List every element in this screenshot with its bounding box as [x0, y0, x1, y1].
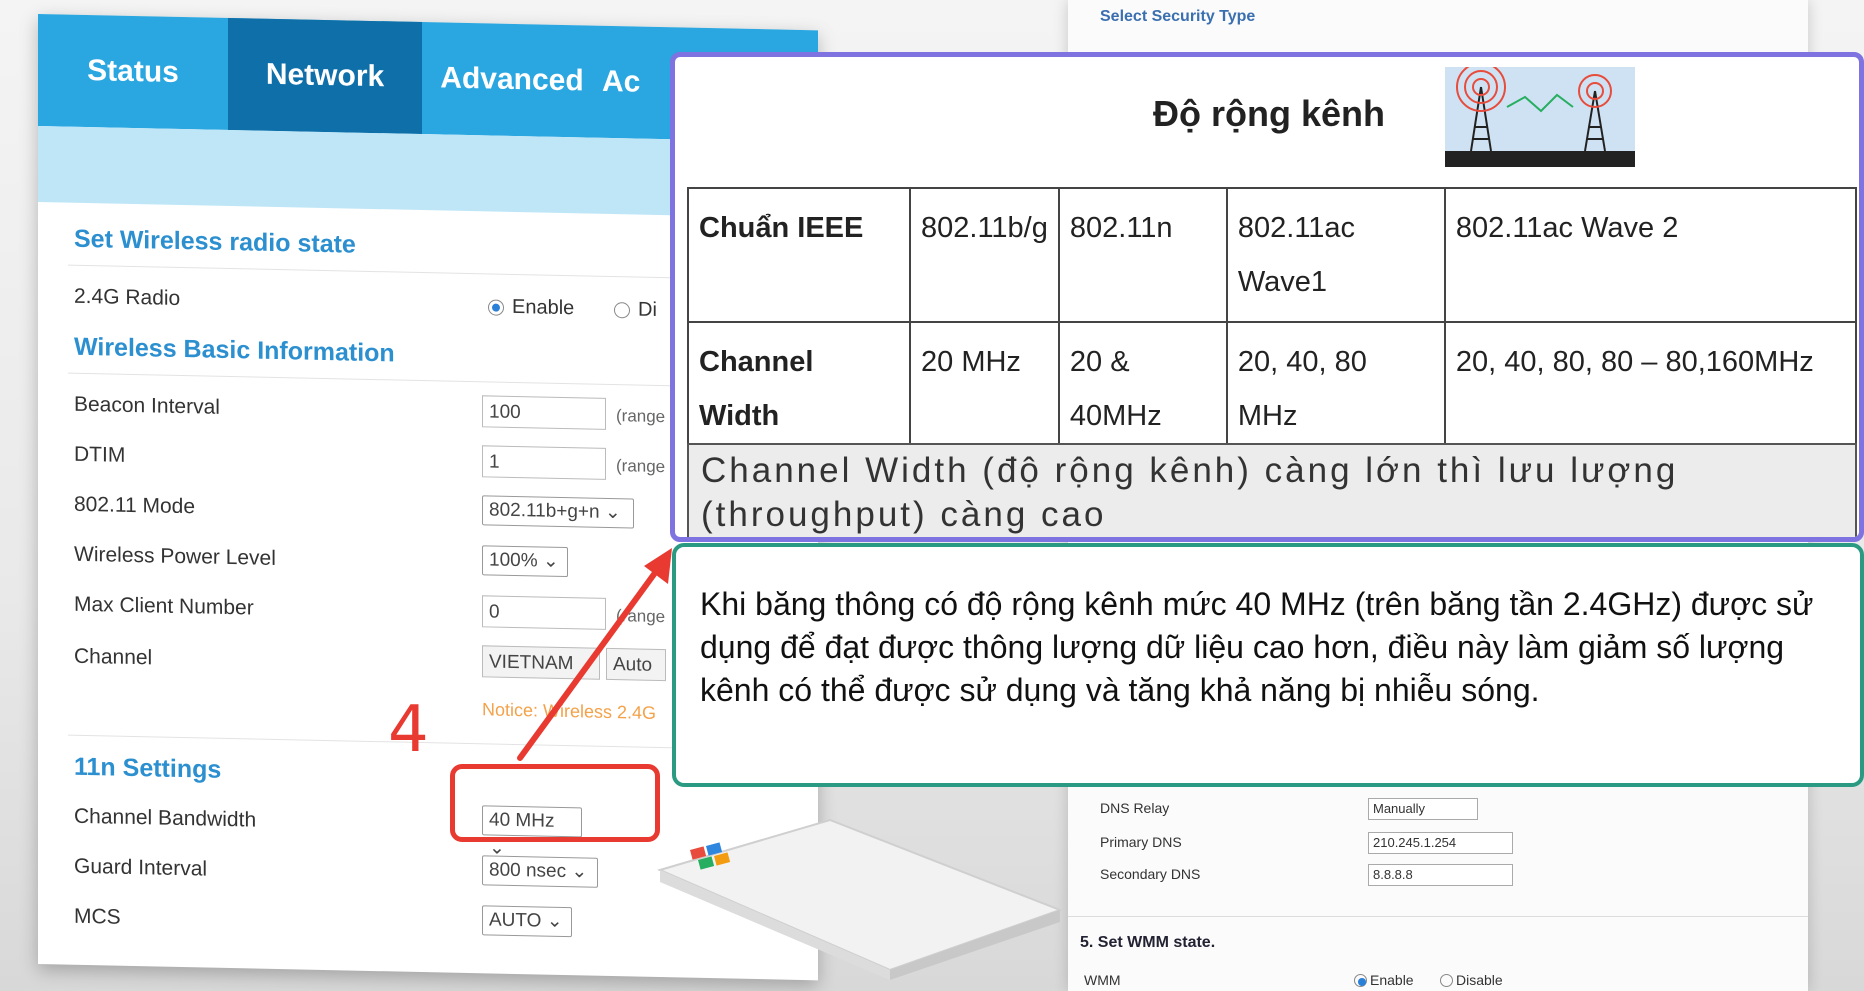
- max-client-hint: (range: [616, 606, 666, 627]
- secondary-dns-input[interactable]: 8.8.8.8: [1368, 864, 1513, 886]
- tab-network[interactable]: Network: [228, 17, 422, 135]
- channel-width-table: Chuẩn IEEE 802.11b/g 802.11n 802.11ac Wa…: [687, 187, 1858, 457]
- info-card: Khi băng thông có độ rộng kênh mức 40 MH…: [672, 543, 1864, 787]
- dtim-hint: (range: [616, 456, 666, 477]
- security-type-title: Select Security Type: [1100, 8, 1256, 25]
- radio-disable-label: Di: [638, 298, 657, 321]
- power-value: 100%: [489, 549, 538, 572]
- beacon-input[interactable]: 100: [482, 395, 606, 430]
- section-11n-settings: 11n Settings: [74, 752, 222, 784]
- highlight-box: [450, 764, 660, 842]
- power-select[interactable]: 100% ⌄: [482, 545, 568, 578]
- router-device-image: [657, 818, 1063, 980]
- radio-enable-label: Enable: [512, 295, 575, 320]
- table-cell: 802.11ac Wave 2: [1443, 187, 1858, 323]
- table-cell: 802.11ac Wave1: [1225, 187, 1446, 323]
- table-cell: 802.11b/g: [909, 187, 1060, 323]
- wireless-notice: Notice: Wireless 2.4G: [482, 699, 657, 723]
- table-row: Chuẩn IEEE 802.11b/g 802.11n 802.11ac Wa…: [687, 187, 1858, 323]
- channel-width-card: Độ rộng kênh Chuẩn IEEE 802.11b/g 802.11…: [670, 52, 1864, 542]
- section-basic-info: Wireless Basic Information: [74, 332, 395, 368]
- chevron-down-icon: ⌄: [542, 550, 559, 572]
- channel-label: Channel: [74, 644, 153, 670]
- wmm-title: 5. Set WMM state.: [1080, 934, 1216, 951]
- max-client-label: Max Client Number: [74, 592, 254, 620]
- mode-label: 802.11 Mode: [74, 492, 196, 519]
- dns-relay-label: DNS Relay: [1100, 800, 1170, 816]
- mode-select[interactable]: 802.11b+g+n ⌄: [482, 495, 634, 529]
- table-cell: 20 MHz: [909, 321, 1060, 457]
- dtim-input[interactable]: 1: [482, 445, 606, 480]
- throughput-note: Channel Width (độ rộng kênh) càng lớn th…: [687, 443, 1857, 537]
- guard-label: Guard Interval: [74, 854, 208, 881]
- channel-select[interactable]: Auto: [606, 647, 666, 682]
- guard-value: 800 nsec: [489, 859, 567, 883]
- table-cell: 20, 40, 80 MHz: [1225, 321, 1446, 457]
- radio-enable[interactable]: [488, 299, 504, 316]
- antenna-tower-icon: [1445, 67, 1635, 167]
- dns-relay-select[interactable]: Manually: [1368, 798, 1478, 820]
- radio-disable[interactable]: [614, 302, 630, 319]
- mcs-select[interactable]: AUTO ⌄: [482, 905, 572, 938]
- table-cell: 20, 40, 80, 80 – 80,160MHz: [1443, 321, 1858, 457]
- max-client-input[interactable]: 0: [482, 595, 606, 630]
- mcs-value: AUTO: [489, 909, 542, 932]
- beacon-hint: (range: [616, 406, 666, 427]
- radio-label: 2.4G Radio: [74, 284, 181, 310]
- wmm-disable-radio[interactable]: [1440, 974, 1453, 987]
- secondary-dns-label: Secondary DNS: [1100, 866, 1201, 882]
- channel-country[interactable]: VIETNAM: [482, 645, 600, 680]
- power-label: Wireless Power Level: [74, 542, 276, 570]
- mcs-label: MCS: [74, 904, 121, 929]
- chevron-down-icon: ⌄: [571, 861, 588, 883]
- section-radio-state: Set Wireless radio state: [74, 224, 356, 259]
- table-cell: Channel Width: [687, 321, 911, 457]
- card-title: Độ rộng kênh: [1153, 93, 1385, 134]
- primary-dns-input[interactable]: 210.245.1.254: [1368, 832, 1513, 854]
- chevron-down-icon: ⌄: [604, 501, 621, 524]
- bandwidth-label: Channel Bandwidth: [74, 804, 257, 832]
- wmm-label: WMM: [1084, 972, 1121, 988]
- divider: [68, 264, 768, 281]
- divider: [1068, 916, 1808, 917]
- table-cell: Chuẩn IEEE: [687, 187, 911, 323]
- guard-select[interactable]: 800 nsec ⌄: [482, 855, 598, 888]
- chevron-down-icon: ⌄: [546, 910, 563, 932]
- table-row: Channel Width 20 MHz 20 & 40MHz 20, 40, …: [687, 321, 1858, 457]
- wmm-enable-label: Enable: [1370, 972, 1414, 988]
- divider: [68, 372, 768, 389]
- dtim-label: DTIM: [74, 442, 126, 467]
- mode-value: 802.11b+g+n: [489, 499, 600, 523]
- primary-dns-label: Primary DNS: [1100, 834, 1182, 850]
- step-number: 4: [388, 693, 429, 767]
- wmm-disable-label: Disable: [1456, 972, 1503, 988]
- beacon-label: Beacon Interval: [74, 392, 220, 419]
- table-cell: 802.11n: [1057, 187, 1228, 323]
- tab-advanced[interactable]: Advanced: [422, 22, 602, 138]
- wmm-enable-radio[interactable]: [1354, 974, 1367, 987]
- tab-status[interactable]: Status: [38, 14, 228, 130]
- table-cell: 20 & 40MHz: [1057, 321, 1228, 457]
